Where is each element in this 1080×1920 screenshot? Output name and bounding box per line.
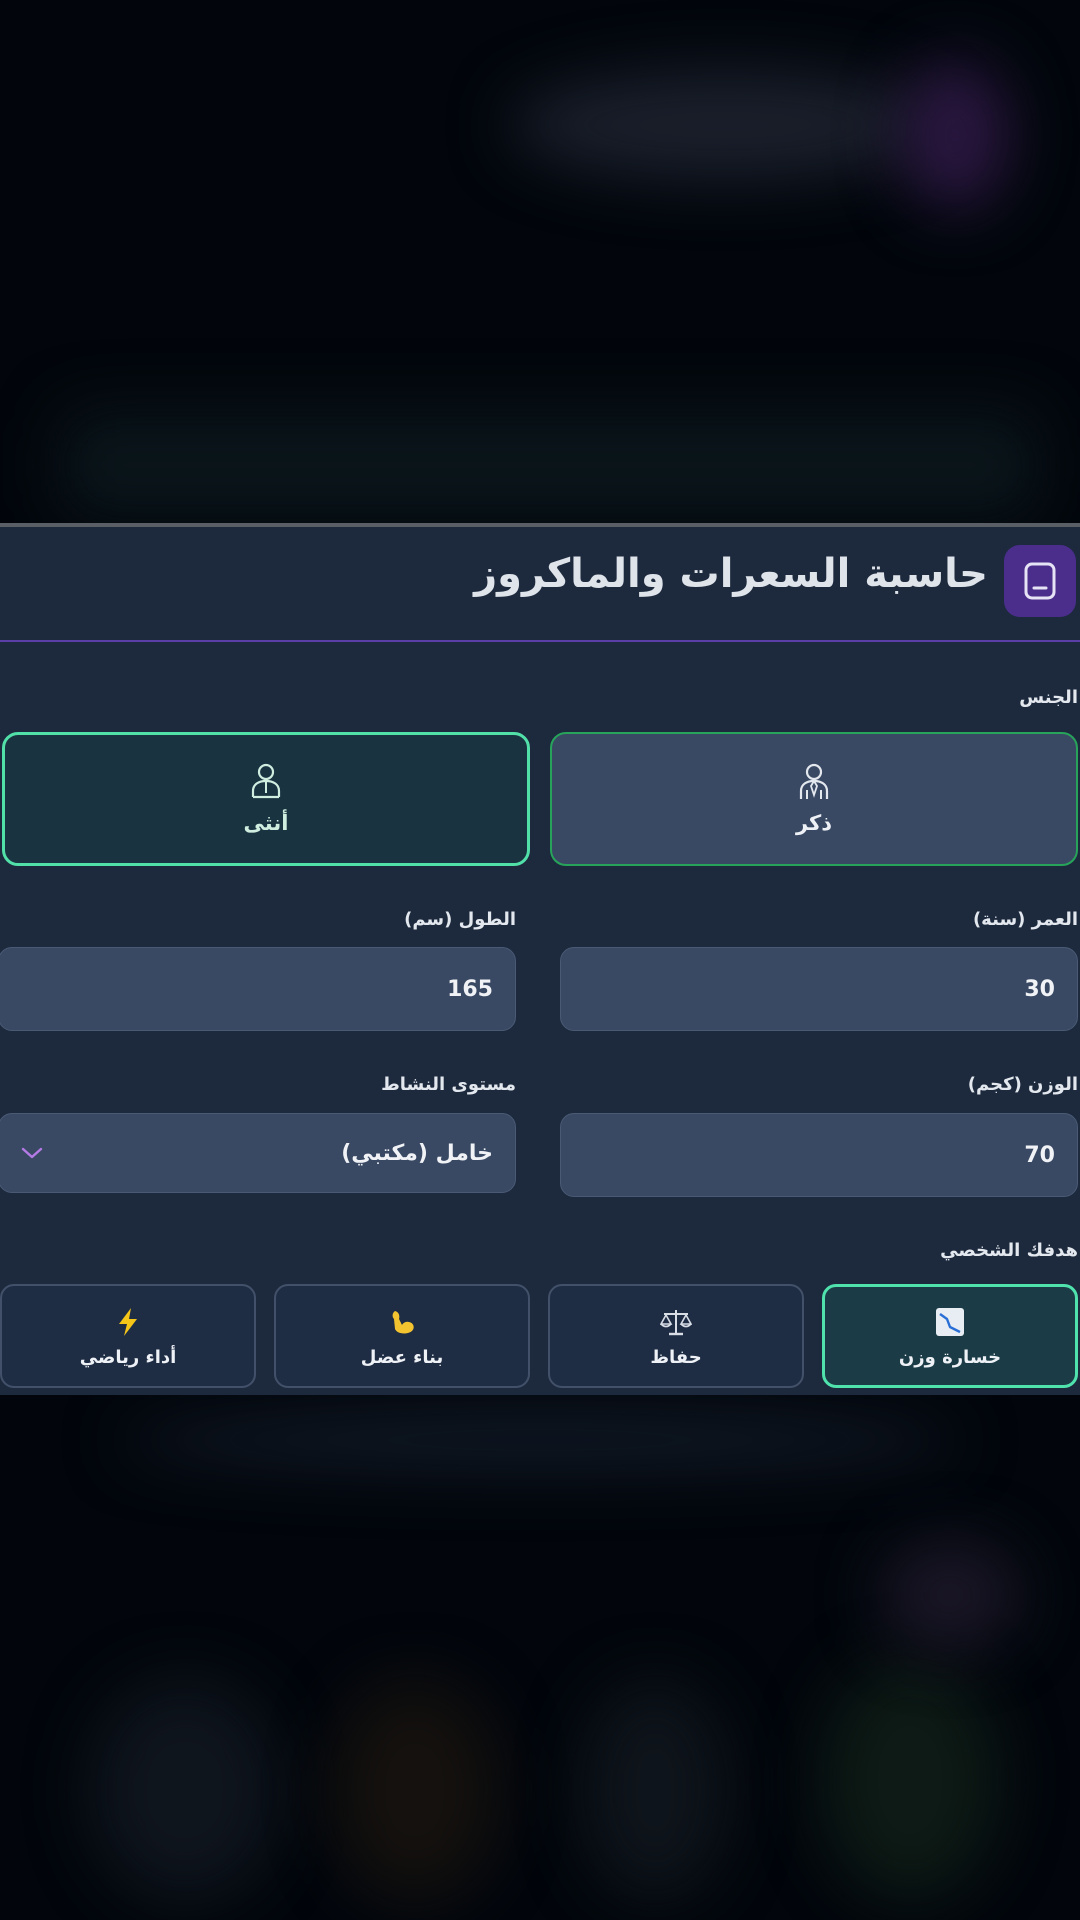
goal-option-label: بناء عضل xyxy=(360,1346,444,1368)
background-blur-shape xyxy=(510,70,940,180)
gender-option-label: أنثى xyxy=(243,811,289,835)
background-blur-shape xyxy=(580,1680,730,1900)
chevron-down-icon xyxy=(21,1147,43,1159)
activity-select[interactable]: خامل (مكتبي) xyxy=(0,1113,516,1193)
calculator-panel: حاسبة السعرات والماكروز الجنس ذكر أنثى ا… xyxy=(0,523,1080,1395)
weight-label: الوزن (كجم) xyxy=(967,1074,1078,1095)
goal-option-label: خسارة وزن xyxy=(898,1346,1002,1368)
background-blur-shape xyxy=(120,1410,960,1470)
gender-option-female[interactable]: أنثى xyxy=(2,732,530,866)
goal-option-label: أداء رياضي xyxy=(79,1346,177,1368)
goal-option-maintain[interactable]: حفاظ xyxy=(548,1284,804,1388)
flexed-biceps-icon xyxy=(387,1305,417,1339)
age-input[interactable] xyxy=(560,947,1078,1031)
goal-option-athletic-performance[interactable]: أداء رياضي xyxy=(0,1284,256,1388)
age-label: العمر (سنة) xyxy=(972,909,1078,930)
height-label: الطول (سم) xyxy=(404,909,516,930)
lightning-icon xyxy=(116,1305,140,1339)
background-blur-shape xyxy=(330,1680,500,1900)
background-blur-shape xyxy=(820,1660,1000,1900)
panel-header: حاسبة السعرات والماكروز xyxy=(0,527,1080,642)
calculator-icon xyxy=(1004,545,1076,617)
goal-option-label: حفاظ xyxy=(650,1346,702,1368)
background-blur-shape xyxy=(880,1540,1020,1650)
goal-label: هدفك الشخصي xyxy=(940,1240,1078,1261)
gender-label: الجنس xyxy=(1019,687,1078,708)
female-person-icon xyxy=(251,763,281,799)
background-blur-shape xyxy=(90,1680,280,1900)
weight-input[interactable] xyxy=(560,1113,1078,1197)
activity-select-value: خامل (مكتبي) xyxy=(341,1140,493,1166)
activity-label: مستوى النشاط xyxy=(381,1074,516,1095)
male-person-icon xyxy=(799,763,829,799)
gender-option-label: ذكر xyxy=(795,811,833,835)
height-input[interactable] xyxy=(0,947,516,1031)
background-blur-shape xyxy=(900,60,1010,210)
balance-scale-icon xyxy=(660,1305,692,1339)
chart-down-icon xyxy=(935,1305,965,1339)
gender-option-male[interactable]: ذكر xyxy=(550,732,1078,866)
background-blur-shape xyxy=(60,410,1040,520)
goal-option-weight-loss[interactable]: خسارة وزن xyxy=(822,1284,1078,1388)
goal-option-build-muscle[interactable]: بناء عضل xyxy=(274,1284,530,1388)
page-title: حاسبة السعرات والماكروز xyxy=(474,551,988,597)
